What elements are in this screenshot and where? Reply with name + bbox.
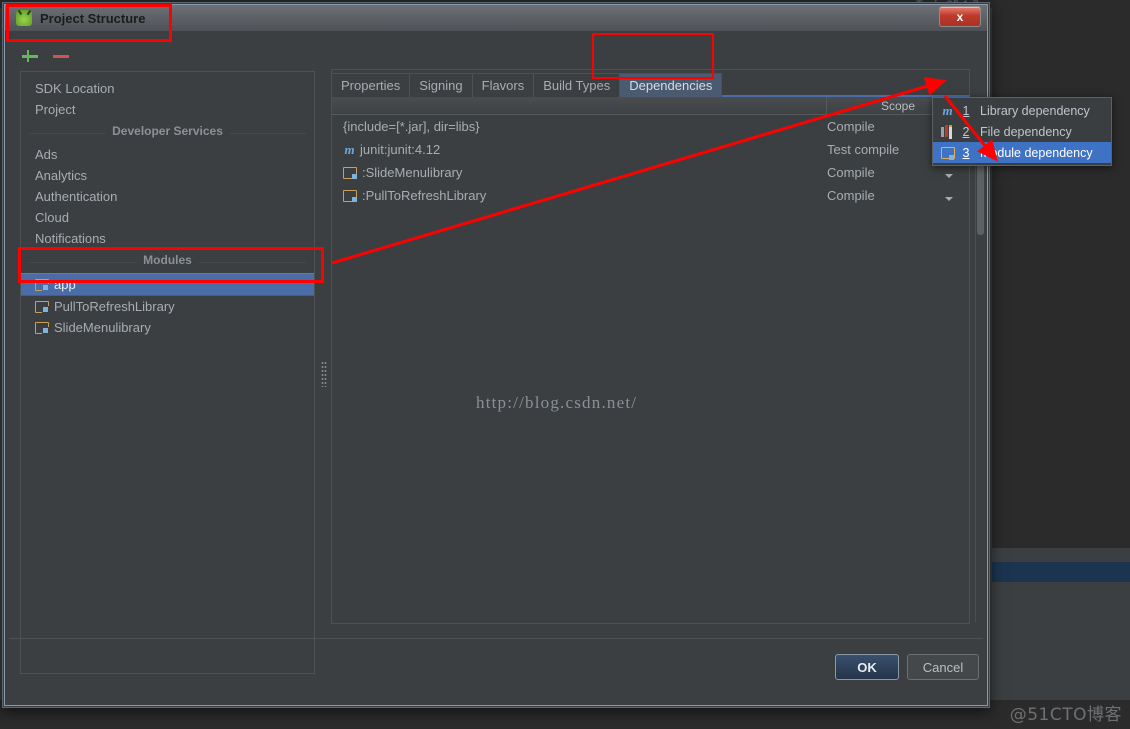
table-row[interactable]: :SlideMenulibrary Compile (332, 161, 969, 184)
dialog-titlebar: Project Structure x (5, 5, 987, 32)
sidebar-item-label: SlideMenulibrary (54, 320, 151, 335)
menu-item-label: Module dependency (980, 145, 1093, 160)
bg-selected-row (992, 562, 1130, 582)
splitter-handle-icon (321, 361, 327, 387)
sidebar-item-project[interactable]: Project (21, 99, 314, 120)
books-icon (939, 124, 956, 139)
module-icon (939, 146, 956, 160)
table-row[interactable]: :PullToRefreshLibrary Compile (332, 184, 969, 207)
scope-value: Compile (827, 165, 875, 180)
maven-icon: m (344, 142, 355, 157)
dialog-title: Project Structure (40, 10, 146, 26)
menu-mnemonic: 3 (962, 145, 970, 160)
dependencies-table: Scope {include=[*.jar], dir=libs} Compil… (332, 97, 969, 623)
menu-item-label: File dependency (980, 124, 1072, 139)
dependency-name-cell: {include=[*.jar], dir=libs} (332, 119, 814, 134)
menu-item-label: Library dependency (980, 103, 1090, 118)
menu-item-library-dependency[interactable]: m 1 Library dependency (933, 100, 1111, 121)
dependency-name: :PullToRefreshLibrary (362, 188, 487, 203)
module-icon (35, 301, 49, 313)
sidebar-item-authentication[interactable]: Authentication (21, 186, 314, 207)
dependency-name: :SlideMenulibrary (362, 165, 463, 180)
bg-editor-pane (992, 8, 1130, 536)
scope-value: Test compile (827, 142, 900, 157)
module-icon (343, 190, 357, 202)
add-dependency-menu: m 1 Library dependency 2 File dependency… (932, 97, 1112, 166)
tab-signing[interactable]: Signing (409, 73, 473, 97)
sidebar-item-analytics[interactable]: Analytics (21, 165, 314, 186)
close-icon[interactable]: x (939, 6, 981, 27)
tab-dependencies[interactable]: Dependencies (619, 73, 723, 97)
sidebar-group-developer-services: Developer Services (29, 124, 306, 142)
sidebar-toolbar (20, 43, 310, 69)
module-icon (343, 167, 357, 179)
ok-button[interactable]: OK (835, 654, 899, 680)
maven-icon: m (942, 102, 953, 118)
sidebar-list: SDK Location Project Developer Services … (20, 71, 315, 674)
dependency-name-cell: m junit:junit:4.12 (332, 142, 814, 157)
dependency-scope-cell[interactable]: Compile (814, 188, 969, 203)
panel-splitter[interactable] (319, 71, 329, 674)
table-header-row: Scope (332, 97, 969, 115)
android-icon (16, 10, 32, 26)
project-structure-dialog: Project Structure x SDK Location Project… (2, 2, 990, 708)
table-scrollbar[interactable] (975, 115, 985, 622)
menu-item-file-dependency[interactable]: 2 File dependency (933, 121, 1111, 142)
sidebar-item-notifications[interactable]: Notifications (21, 228, 314, 249)
table-row[interactable]: {include=[*.jar], dir=libs} Compile (332, 115, 969, 138)
menu-mnemonic: 1 (962, 103, 970, 118)
watermark-csdn: http://blog.csdn.net/ (476, 393, 638, 412)
table-row[interactable]: m junit:junit:4.12 Test compile (332, 138, 969, 161)
sidebar-group-modules: Modules (29, 253, 306, 271)
sidebar-item-pulltorefreshlibrary[interactable]: PullToRefreshLibrary (21, 296, 314, 317)
column-header-name[interactable] (332, 97, 827, 114)
cancel-button[interactable]: Cancel (907, 654, 979, 680)
tab-properties[interactable]: Properties (331, 73, 411, 97)
sidebar-item-app[interactable]: app (21, 273, 314, 296)
sidebar-item-sdk-location[interactable]: SDK Location (21, 78, 314, 99)
dependency-name: {include=[*.jar], dir=libs} (343, 119, 480, 134)
module-icon (35, 322, 49, 334)
chevron-down-icon[interactable] (945, 174, 953, 178)
scope-value: Compile (827, 119, 875, 134)
bg-divider (992, 536, 1130, 548)
sidebar-item-label: PullToRefreshLibrary (54, 299, 175, 314)
scope-value: Compile (827, 188, 875, 203)
dialog-body: SDK Location Project Developer Services … (6, 31, 986, 704)
menu-mnemonic: 2 (962, 124, 970, 139)
sidebar-item-cloud[interactable]: Cloud (21, 207, 314, 228)
sidebar-item-ads[interactable]: Ads (21, 144, 314, 165)
add-module-button[interactable] (20, 46, 40, 66)
dependency-scope-cell[interactable]: Compile (814, 165, 969, 180)
dependency-name-cell: :SlideMenulibrary (332, 165, 814, 180)
sidebar-group-label: Modules (136, 253, 199, 267)
dependency-name: junit:junit:4.12 (360, 142, 441, 157)
sidebar-item-label: app (54, 277, 76, 292)
menu-item-module-dependency[interactable]: 3 Module dependency (933, 142, 1111, 163)
dependency-name-cell: :PullToRefreshLibrary (332, 188, 814, 203)
module-icon (35, 279, 49, 291)
remove-module-button[interactable] (52, 46, 72, 66)
tab-flavors[interactable]: Flavors (471, 73, 535, 97)
watermark-51cto: @51CTO博客 (1009, 705, 1122, 725)
module-tabs: Properties Signing Flavors Build Types D… (331, 72, 970, 97)
sidebar-group-label: Developer Services (105, 124, 230, 138)
dialog-footer: OK Cancel (9, 638, 983, 701)
sidebar-item-slidemenulibrary[interactable]: SlideMenulibrary (21, 317, 314, 338)
chevron-down-icon[interactable] (945, 197, 953, 201)
tab-build-types[interactable]: Build Types (533, 73, 621, 97)
